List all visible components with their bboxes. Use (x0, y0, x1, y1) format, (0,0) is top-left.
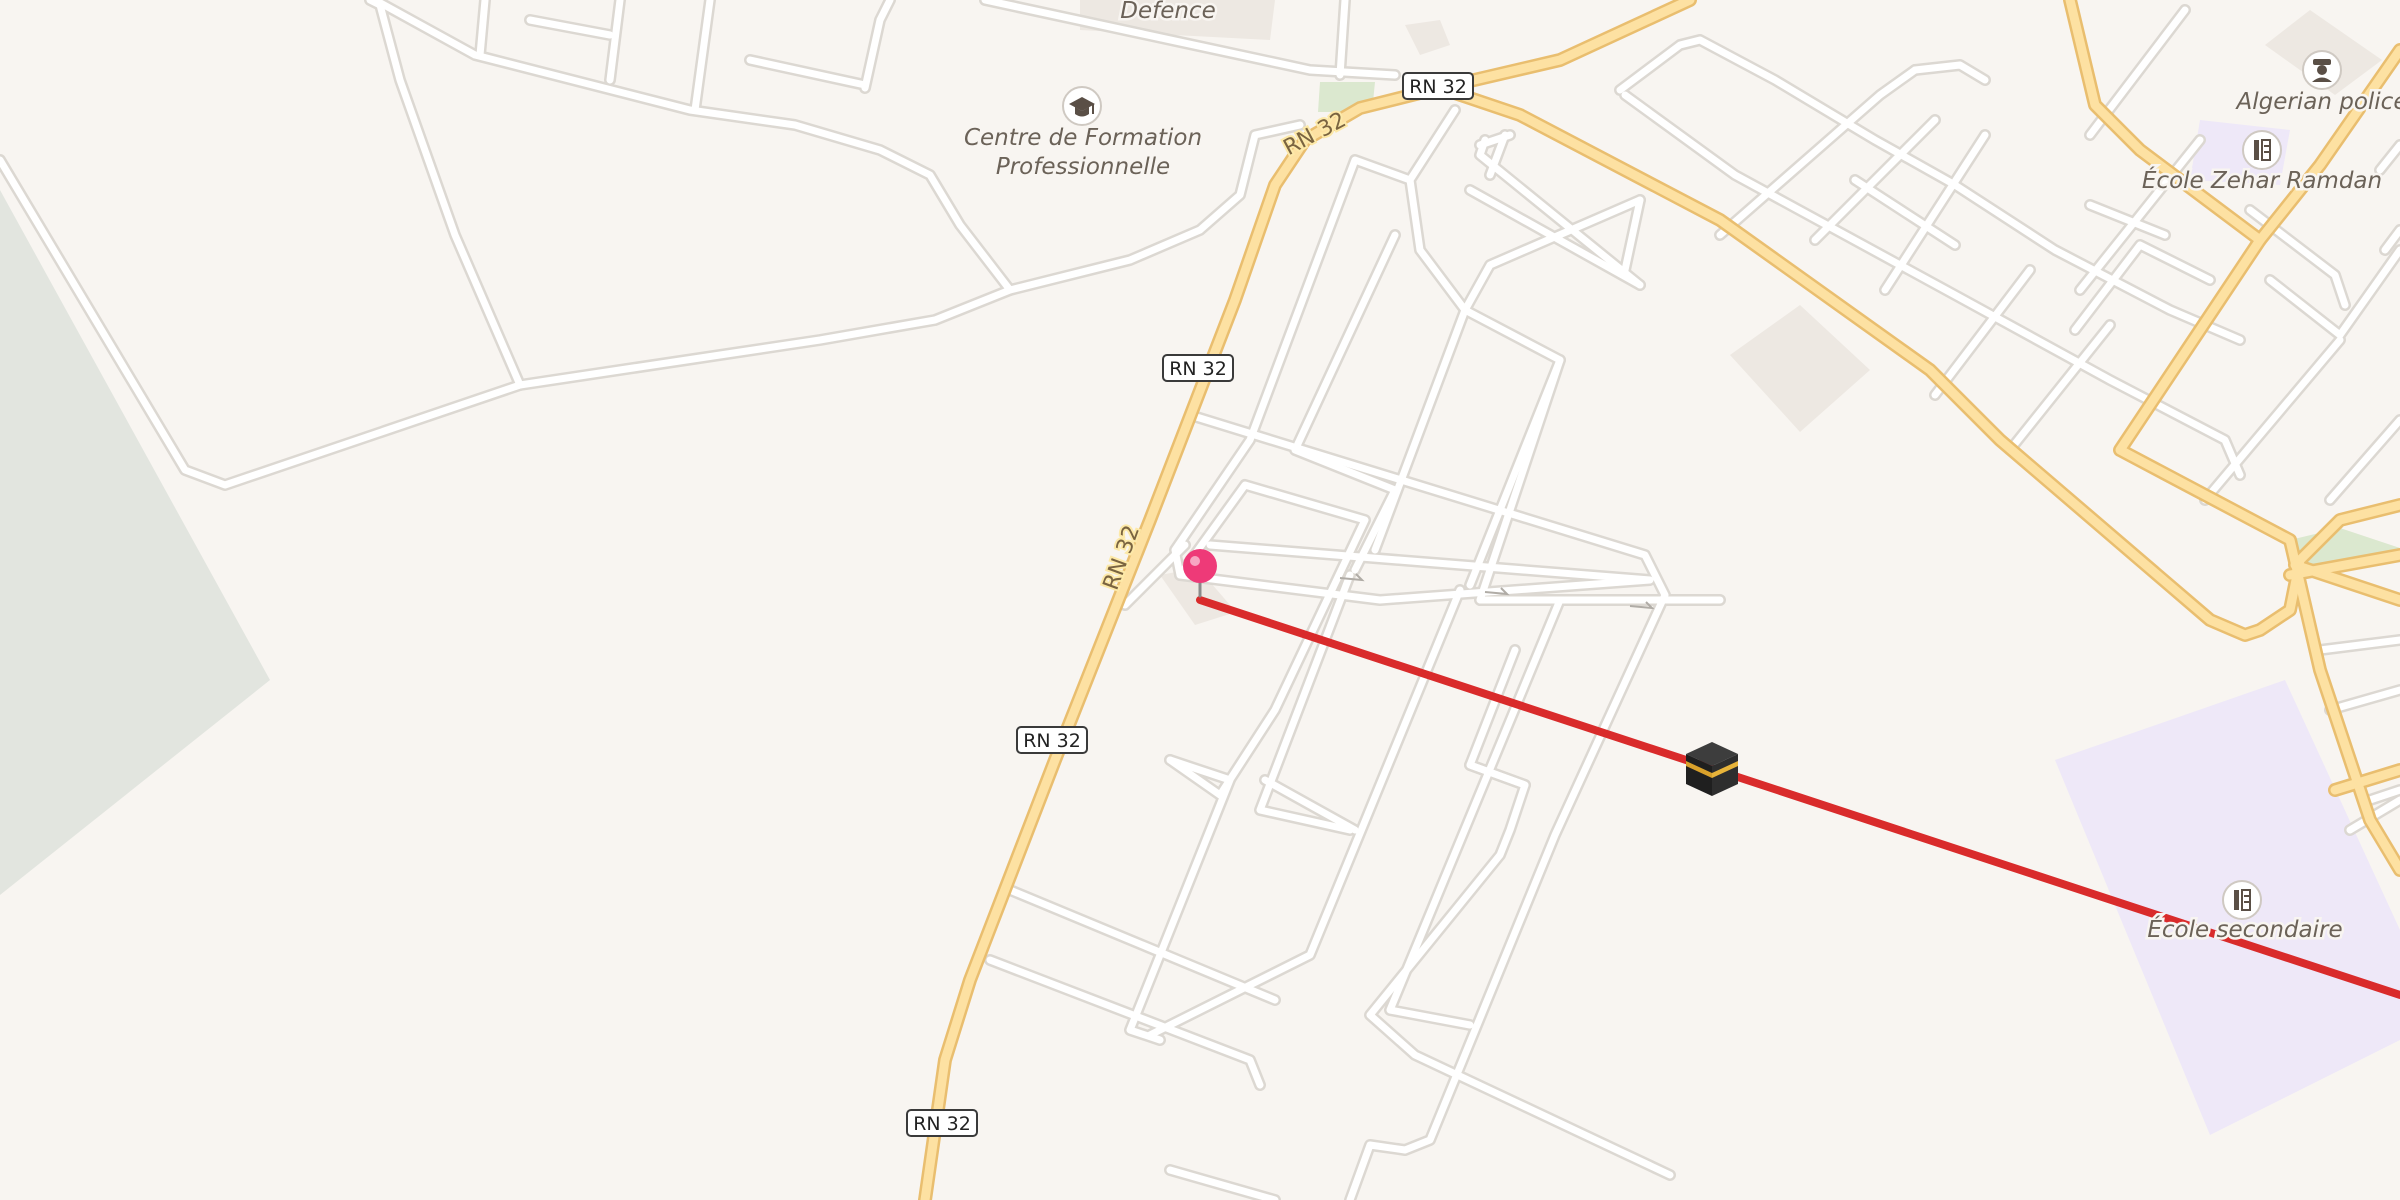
svg-text:RN 32: RN 32 (1169, 358, 1227, 380)
poi-label-centre-formation-line2: Professionnelle (996, 154, 1170, 180)
svg-text:RN 32: RN 32 (913, 1113, 971, 1135)
poi-label-defence[interactable]: Defence (1118, 0, 1218, 27)
svg-text:RN 32: RN 32 (1023, 730, 1081, 752)
svg-text:RN 32: RN 32 (1409, 76, 1467, 98)
poi-label-ecole-zehar: École Zehar Ramdan (2142, 166, 2382, 194)
poi-label-algerian-police: Algerian police (2235, 89, 2400, 115)
road-shield: RN 32 (1016, 726, 1088, 754)
school-icon (2242, 130, 2282, 170)
police-officer-icon (2302, 50, 2342, 90)
road-shield: RN 32 (1402, 72, 1474, 100)
road-shield: RN 32 (906, 1109, 978, 1137)
school-icon (2222, 880, 2262, 920)
graduation-cap-icon (1062, 86, 1102, 126)
map-canvas[interactable]: RN 32 RN 32 RN 32 RN 32 RN 32 RN 32 Defe… (0, 0, 2400, 1200)
road-shield: RN 32 (1162, 354, 1234, 382)
poi-label-ecole-secondaire: École secondaire (2147, 915, 2342, 943)
poi-label-centre-formation-line1: Centre de Formation (964, 125, 1202, 151)
